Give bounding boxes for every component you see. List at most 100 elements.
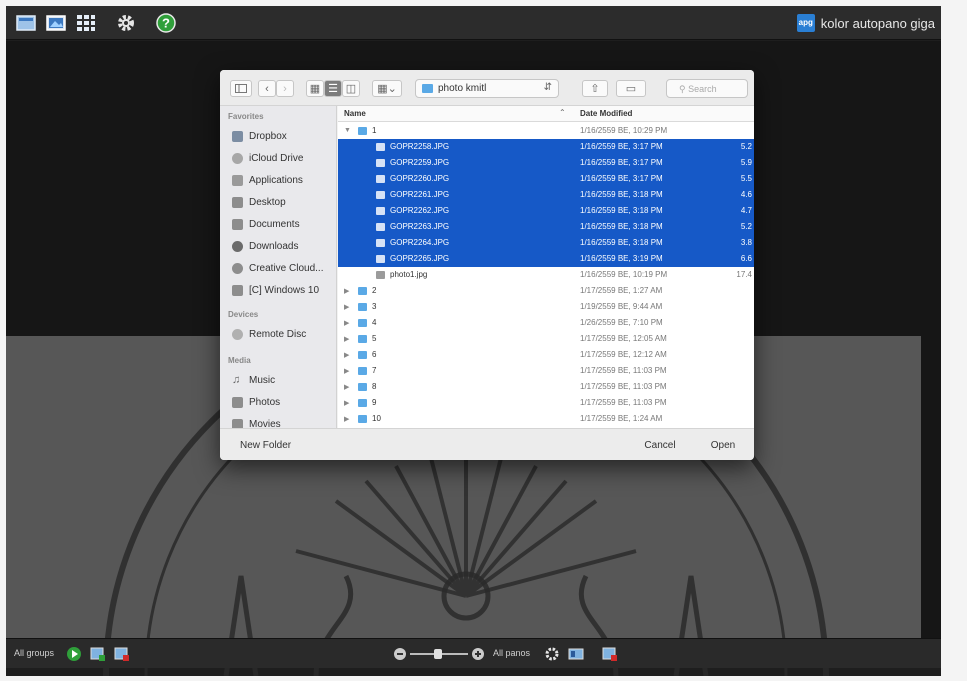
- file-date: 1/16/2559 BE, 3:17 PM: [580, 174, 663, 183]
- sidebar-item-desktop[interactable]: Desktop: [232, 194, 336, 210]
- file-row[interactable]: ▼ 1 1/16/2559 BE, 10:29 PM: [338, 123, 754, 139]
- render-icon[interactable]: [568, 646, 584, 662]
- search-input[interactable]: ⚲ Search: [666, 79, 748, 98]
- disclosure-closed-icon[interactable]: ▶: [344, 415, 349, 423]
- help-icon[interactable]: ?: [156, 13, 176, 33]
- sidebar-item-label: Photos: [249, 396, 281, 408]
- file-size: 5.2: [740, 222, 752, 231]
- grid-icon[interactable]: [76, 13, 96, 33]
- disclosure-closed-icon[interactable]: ▶: [344, 399, 349, 407]
- file-date: 1/16/2559 BE, 3:17 PM: [580, 158, 663, 167]
- column-date-header[interactable]: Date Modified: [580, 109, 632, 118]
- arrange-button[interactable]: ▦⌄: [372, 80, 402, 97]
- file-row[interactable]: GOPR2265.JPG 1/16/2559 BE, 3:19 PM 6.6: [338, 251, 754, 267]
- file-row[interactable]: GOPR2262.JPG 1/16/2559 BE, 3:18 PM 4.7: [338, 203, 754, 219]
- open-button[interactable]: Open: [698, 437, 748, 453]
- disclosure-closed-icon[interactable]: ▶: [344, 319, 349, 327]
- file-row[interactable]: ▶ 7 1/17/2559 BE, 11:03 PM: [338, 363, 754, 379]
- disclosure-closed-icon[interactable]: ▶: [344, 287, 349, 295]
- sidebar-item-applications[interactable]: Applications: [232, 172, 336, 188]
- column-view-button[interactable]: ◫: [342, 80, 360, 97]
- sidebar-item-label: Documents: [249, 218, 300, 230]
- sidebar-item-creative-cloud[interactable]: Creative Cloud...: [232, 260, 336, 276]
- sidebar-item-movies[interactable]: Movies: [232, 416, 336, 428]
- image-icon[interactable]: [46, 13, 66, 33]
- gear-icon[interactable]: [116, 13, 136, 33]
- sidebar-item-photos[interactable]: Photos: [232, 394, 336, 410]
- disclosure-closed-icon[interactable]: ▶: [344, 335, 349, 343]
- tag-icon: ▭: [625, 83, 637, 95]
- icon-view-button[interactable]: ▦: [306, 80, 324, 97]
- file-row[interactable]: GOPR2259.JPG 1/16/2559 BE, 3:17 PM 5.9: [338, 155, 754, 171]
- file-row[interactable]: ▶ 10 1/17/2559 BE, 1:24 AM: [338, 411, 754, 427]
- sidebar-item-icloud-drive[interactable]: iCloud Drive: [232, 150, 336, 166]
- disclosure-open-icon[interactable]: ▼: [344, 127, 351, 134]
- media-heading: Media: [228, 356, 251, 365]
- list-view-button[interactable]: ☰: [324, 80, 342, 97]
- file-row[interactable]: GOPR2260.JPG 1/16/2559 BE, 3:17 PM 5.5: [338, 171, 754, 187]
- disclosure-closed-icon[interactable]: ▶: [344, 383, 349, 391]
- add-group-icon[interactable]: [90, 646, 106, 662]
- sidebar-item-windows-10[interactable]: [C] Windows 10: [232, 282, 336, 298]
- image-file-icon: [376, 191, 385, 199]
- new-folder-button[interactable]: New Folder: [240, 437, 296, 453]
- file-row[interactable]: GOPR2264.JPG 1/16/2559 BE, 3:18 PM 3.8: [338, 235, 754, 251]
- file-row[interactable]: ▶ 8 1/17/2559 BE, 11:03 PM: [338, 379, 754, 395]
- movies-icon: [232, 418, 243, 428]
- file-row[interactable]: ▶ 3 1/19/2559 BE, 9:44 AM: [338, 299, 754, 315]
- file-list[interactable]: Name ⌃ Date Modified ▼ 1 1/16/2559 BE, 10:…: [338, 106, 754, 428]
- sidebar-item-music[interactable]: ♫ Music: [232, 372, 336, 388]
- dialog-footer: New Folder Cancel Open: [220, 428, 754, 460]
- sidebar-item-documents[interactable]: Documents: [232, 216, 336, 232]
- tags-button[interactable]: ▭: [616, 80, 646, 97]
- path-popup[interactable]: photo kmitl ⇵: [415, 79, 559, 98]
- file-row[interactable]: ▶ 9 1/17/2559 BE, 11:03 PM: [338, 395, 754, 411]
- file-row[interactable]: GOPR2263.JPG 1/16/2559 BE, 3:18 PM 5.2: [338, 219, 754, 235]
- file-row[interactable]: GOPR2258.JPG 1/16/2559 BE, 3:17 PM 5.2: [338, 139, 754, 155]
- file-row[interactable]: ▶ 2 1/17/2559 BE, 1:27 AM: [338, 283, 754, 299]
- zoom-slider-thumb[interactable]: [434, 649, 442, 659]
- file-name: photo1.jpg: [390, 270, 428, 279]
- disclosure-closed-icon[interactable]: ▶: [344, 351, 349, 359]
- file-row[interactable]: ▶ 4 1/26/2559 BE, 7:10 PM: [338, 315, 754, 331]
- file-name: GOPR2264.JPG: [390, 238, 450, 247]
- file-row[interactable]: photo1.jpg 1/16/2559 BE, 10:19 PM 17.4: [338, 267, 754, 283]
- file-row[interactable]: GOPR2261.JPG 1/16/2559 BE, 3:18 PM 4.6: [338, 187, 754, 203]
- cancel-button[interactable]: Cancel: [635, 437, 685, 453]
- zoom-out-icon[interactable]: [392, 646, 408, 662]
- sidebar-toggle-button[interactable]: [230, 80, 252, 97]
- downloads-icon: [232, 240, 243, 252]
- remove-group-icon[interactable]: [114, 646, 130, 662]
- favorites-heading: Favorites: [228, 112, 264, 121]
- file-row[interactable]: ▶ 6 1/17/2559 BE, 12:12 AM: [338, 347, 754, 363]
- sidebar-item-remote-disc[interactable]: Remote Disc: [232, 326, 336, 342]
- file-row[interactable]: ▶ 5 1/17/2559 BE, 12:05 AM: [338, 331, 754, 347]
- image-file-icon: [376, 223, 385, 231]
- file-size: 6.6: [740, 254, 752, 263]
- image-file-icon: [376, 175, 385, 183]
- sidebar-item-downloads[interactable]: Downloads: [232, 238, 336, 254]
- folder-icon: [358, 319, 367, 327]
- pano-settings-gear-icon[interactable]: [544, 646, 560, 662]
- back-button[interactable]: ‹: [258, 80, 276, 97]
- file-list-header: Name ⌃ Date Modified: [338, 106, 754, 122]
- file-date: 1/16/2559 BE, 10:29 PM: [580, 126, 668, 135]
- zoom-slider[interactable]: [410, 649, 468, 659]
- updown-arrows-icon: ⇵: [543, 82, 552, 93]
- column-name-header[interactable]: Name: [344, 109, 366, 118]
- applications-icon: [232, 174, 243, 186]
- play-icon[interactable]: [66, 646, 82, 662]
- file-date: 1/26/2559 BE, 7:10 PM: [580, 318, 663, 327]
- disclosure-closed-icon[interactable]: ▶: [344, 303, 349, 311]
- zoom-in-icon[interactable]: [470, 646, 486, 662]
- forward-button[interactable]: ›: [276, 80, 294, 97]
- sidebar-item-dropbox[interactable]: Dropbox: [232, 128, 336, 144]
- share-button[interactable]: ⇧: [582, 80, 608, 97]
- creative-cloud-icon: [232, 262, 243, 274]
- image-file-icon: [376, 255, 385, 263]
- share-icon: ⇧: [590, 83, 600, 95]
- remove-pano-icon[interactable]: [602, 646, 618, 662]
- new-project-icon[interactable]: [16, 13, 36, 33]
- file-date: 1/17/2559 BE, 1:27 AM: [580, 286, 663, 295]
- disclosure-closed-icon[interactable]: ▶: [344, 367, 349, 375]
